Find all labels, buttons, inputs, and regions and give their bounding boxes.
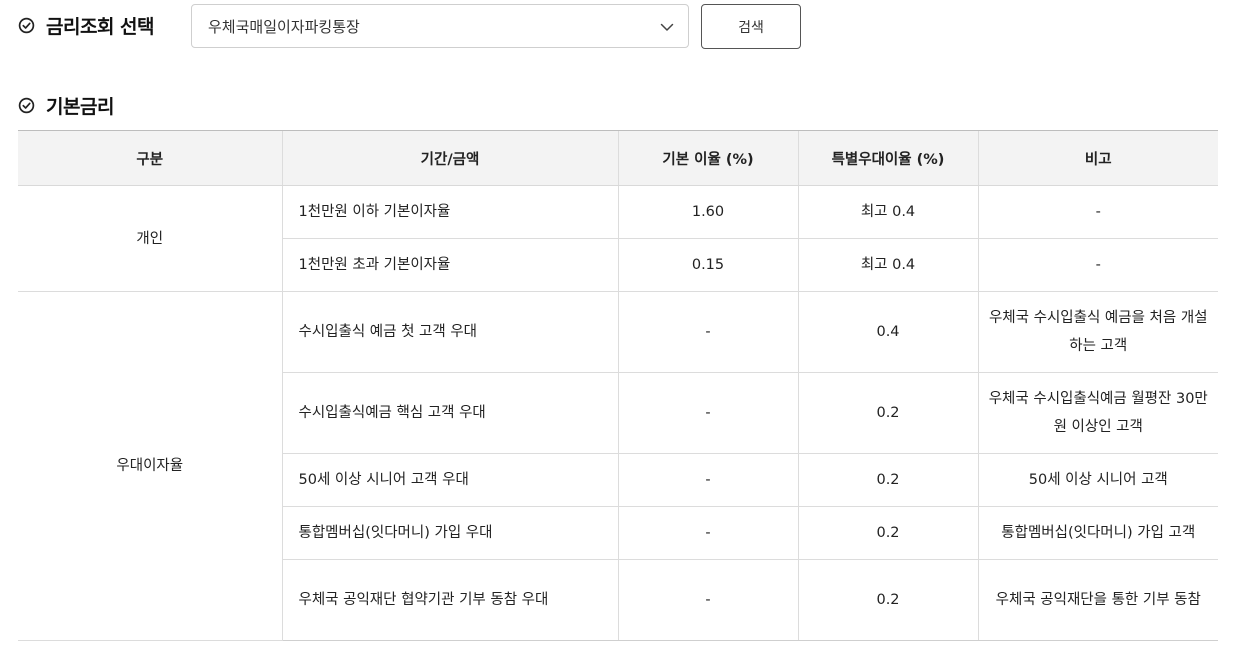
- period-cell: 수시입출식 예금 첫 고객 우대: [281, 291, 618, 373]
- base-rate-cell: 1.60: [617, 185, 798, 239]
- category-cell: 개인: [18, 185, 282, 292]
- table-header-row: 구분 기간/금액 기본 이율 (%) 특별우대이율 (%) 비고: [18, 130, 1218, 186]
- product-select[interactable]: 우체국매일이자파킹통장: [191, 4, 689, 48]
- period-cell: 수시입출식예금 핵심 고객 우대: [281, 372, 618, 454]
- note-cell: -: [977, 185, 1218, 239]
- product-select-value: 우체국매일이자파킹통장: [208, 17, 360, 36]
- header-category: 구분: [18, 130, 282, 186]
- header-note: 비고: [977, 130, 1218, 186]
- check-circle-icon: [18, 17, 35, 34]
- note-cell: -: [977, 238, 1218, 292]
- rate-select-title: 금리조회 선택: [18, 12, 155, 39]
- special-rate-cell: 최고 0.4: [797, 185, 978, 239]
- base-rate-cell: 0.15: [617, 238, 798, 292]
- header-base-rate: 기본 이율 (%): [617, 130, 798, 186]
- period-cell: 우체국 공익재단 협약기관 기부 동참 우대: [281, 559, 618, 641]
- special-rate-cell: 0.2: [797, 372, 978, 454]
- period-cell: 50세 이상 시니어 고객 우대: [281, 453, 618, 507]
- base-rate-cell: -: [617, 506, 798, 560]
- basic-rate-title: 기본금리: [18, 92, 114, 119]
- special-rate-cell: 최고 0.4: [797, 238, 978, 292]
- period-cell: 1천만원 이하 기본이자율: [281, 185, 618, 239]
- check-circle-icon: [18, 97, 35, 114]
- basic-rate-table: 구분 기간/금액 기본 이율 (%) 특별우대이율 (%) 비고 개인 1천만원…: [18, 130, 1218, 641]
- chevron-down-icon: [660, 23, 674, 31]
- special-rate-cell: 0.2: [797, 453, 978, 507]
- period-cell: 1천만원 초과 기본이자율: [281, 238, 618, 292]
- category-cell: 우대이자율: [18, 291, 282, 641]
- special-rate-cell: 0.2: [797, 506, 978, 560]
- base-rate-cell: -: [617, 453, 798, 507]
- special-rate-cell: 0.2: [797, 559, 978, 641]
- rate-select-title-text: 금리조회 선택: [46, 16, 155, 38]
- base-rate-cell: -: [617, 559, 798, 641]
- period-cell: 통합멤버십(잇다머니) 가입 우대: [281, 506, 618, 560]
- note-cell: 우체국 수시입출식 예금을 처음 개설하는 고객: [977, 291, 1218, 373]
- search-button[interactable]: 검색: [701, 4, 801, 49]
- base-rate-cell: -: [617, 291, 798, 373]
- note-cell: 우체국 수시입출식예금 월평잔 30만원 이상인 고객: [977, 372, 1218, 454]
- basic-rate-title-text: 기본금리: [46, 96, 114, 118]
- note-cell: 통합멤버십(잇다머니) 가입 고객: [977, 506, 1218, 560]
- table-row: 우대이자율 수시입출식 예금 첫 고객 우대 - 0.4 우체국 수시입출식 예…: [18, 291, 1218, 641]
- special-rate-cell: 0.4: [797, 291, 978, 373]
- header-period: 기간/금액: [281, 130, 618, 186]
- note-cell: 50세 이상 시니어 고객: [977, 453, 1218, 507]
- table-row: 개인 1천만원 이하 기본이자율 1.60 최고 0.4 -: [18, 185, 1218, 292]
- note-cell: 우체국 공익재단을 통한 기부 동참: [977, 559, 1218, 641]
- header-special-rate: 특별우대이율 (%): [797, 130, 978, 186]
- base-rate-cell: -: [617, 372, 798, 454]
